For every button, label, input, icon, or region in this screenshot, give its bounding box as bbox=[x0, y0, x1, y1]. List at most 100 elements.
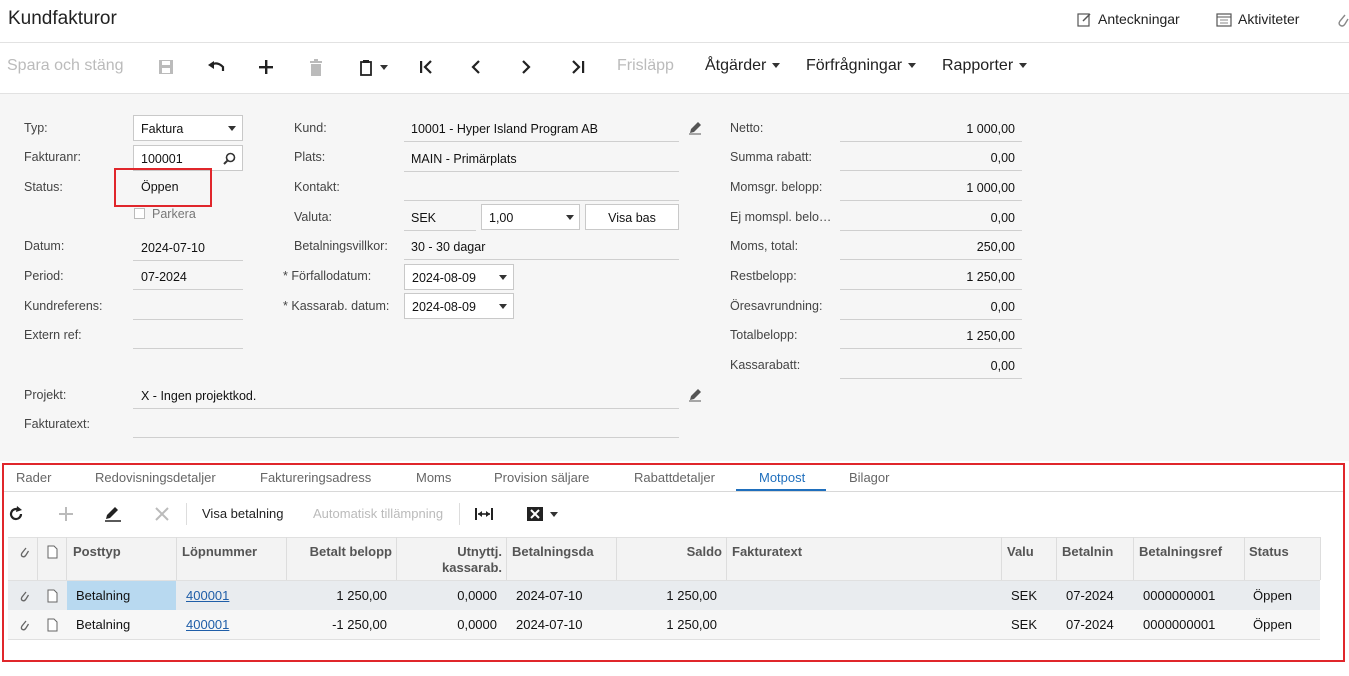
period-value[interactable]: 07-2024 bbox=[141, 270, 187, 284]
period-label: Period: bbox=[24, 269, 64, 283]
invoice-number-label: Fakturanr: bbox=[24, 150, 81, 164]
chevron-down-icon bbox=[380, 64, 388, 70]
view-base-button[interactable]: Visa bas bbox=[585, 204, 679, 230]
total-label: Kassarabatt: bbox=[730, 358, 801, 372]
add-icon[interactable] bbox=[254, 55, 278, 79]
activities-link[interactable]: Aktiviteter bbox=[1216, 11, 1299, 27]
total-value[interactable]: 0,00 bbox=[840, 300, 1015, 314]
inquiries-menu[interactable]: Förfrågningar bbox=[806, 57, 917, 75]
project-value[interactable]: X - Ingen projektkod. bbox=[141, 389, 256, 403]
total-label: Ej momspl. belo… bbox=[730, 210, 832, 224]
location-value[interactable]: MAIN - Primärplats bbox=[411, 152, 517, 166]
save-icon[interactable] bbox=[154, 55, 178, 79]
edit-icon[interactable] bbox=[688, 121, 702, 135]
period-underline bbox=[133, 289, 243, 290]
chevron-down-icon bbox=[228, 126, 236, 131]
inquiries-menu-label: Förfrågningar bbox=[806, 57, 903, 74]
date-value[interactable]: 2024-07-10 bbox=[141, 241, 205, 255]
terms-value[interactable]: 30 - 30 dagar bbox=[411, 240, 485, 254]
total-underline bbox=[840, 259, 1022, 260]
next-record-icon[interactable] bbox=[514, 55, 538, 79]
activities-label: Aktiviteter bbox=[1238, 11, 1300, 27]
external-ref-underline bbox=[133, 348, 243, 349]
rate-value: 1,00 bbox=[489, 211, 514, 225]
page-title: Kundfakturor bbox=[8, 8, 117, 29]
copy-paste-menu[interactable] bbox=[356, 55, 392, 79]
total-underline bbox=[840, 141, 1022, 142]
last-record-icon[interactable] bbox=[566, 55, 590, 79]
reports-menu[interactable]: Rapporter bbox=[942, 57, 1028, 75]
total-label: Restbelopp: bbox=[730, 269, 797, 283]
total-underline bbox=[840, 170, 1022, 171]
attachment-icon[interactable] bbox=[1336, 11, 1349, 32]
total-underline bbox=[840, 289, 1022, 290]
invoice-text-label: Fakturatext: bbox=[24, 417, 90, 431]
total-underline bbox=[840, 230, 1022, 231]
header-divider bbox=[0, 42, 1349, 43]
customer-ref-label: Kundreferens: bbox=[24, 299, 103, 313]
invoice-text-underline bbox=[133, 437, 679, 438]
project-label: Projekt: bbox=[24, 388, 67, 402]
release-button[interactable]: Frisläpp bbox=[617, 57, 674, 75]
rate-select[interactable]: 1,00 bbox=[481, 204, 580, 230]
type-select[interactable]: Faktura bbox=[133, 115, 243, 141]
previous-record-icon[interactable] bbox=[464, 55, 488, 79]
total-label: Momsgr. belopp: bbox=[730, 180, 823, 194]
location-underline bbox=[404, 171, 679, 172]
chevron-down-icon bbox=[566, 215, 574, 220]
contact-label: Kontakt: bbox=[294, 180, 340, 194]
type-value: Faktura bbox=[141, 122, 184, 136]
contact-underline bbox=[404, 200, 679, 201]
due-date-label-text: Förfallodatum: bbox=[291, 269, 372, 283]
hold-checkbox[interactable] bbox=[134, 208, 145, 219]
search-icon[interactable] bbox=[223, 152, 236, 165]
date-label: Datum: bbox=[24, 239, 65, 253]
actions-menu-label: Åtgärder bbox=[705, 57, 767, 74]
total-value[interactable]: 1 250,00 bbox=[840, 270, 1015, 284]
total-value[interactable]: 1 000,00 bbox=[840, 122, 1015, 136]
customer-value[interactable]: 10001 - Hyper Island Program AB bbox=[411, 122, 598, 136]
chevron-down-icon bbox=[499, 275, 507, 280]
total-underline bbox=[840, 200, 1022, 201]
total-label: Summa rabatt: bbox=[730, 150, 812, 164]
due-date-field[interactable]: 2024-08-09 bbox=[404, 264, 514, 290]
total-value[interactable]: 0,00 bbox=[840, 151, 1015, 165]
external-ref-label: Extern ref: bbox=[24, 328, 82, 342]
currency-underline bbox=[404, 230, 476, 231]
total-underline bbox=[840, 348, 1022, 349]
currency-label: Valuta: bbox=[294, 210, 332, 224]
chevron-down-icon bbox=[772, 63, 781, 69]
customer-underline bbox=[404, 141, 679, 142]
customer-ref-underline bbox=[133, 319, 243, 320]
first-record-icon[interactable] bbox=[414, 55, 438, 79]
invoice-number-value: 100001 bbox=[141, 152, 183, 166]
delete-icon[interactable] bbox=[304, 55, 328, 79]
cash-discount-date-field[interactable]: 2024-08-09 bbox=[404, 293, 514, 319]
chevron-down-icon bbox=[1019, 63, 1028, 69]
undo-icon[interactable] bbox=[204, 55, 228, 79]
total-value[interactable]: 250,00 bbox=[840, 240, 1015, 254]
edit-icon[interactable] bbox=[688, 388, 702, 402]
required-mark: * bbox=[283, 269, 288, 283]
view-base-label: Visa bas bbox=[608, 211, 656, 225]
save-close-button[interactable]: Spara och stäng bbox=[7, 57, 124, 75]
total-value[interactable]: 1 000,00 bbox=[840, 181, 1015, 195]
notes-link[interactable]: Anteckningar bbox=[1077, 11, 1180, 27]
total-label: Netto: bbox=[730, 121, 764, 135]
hold-label: Parkera bbox=[152, 207, 196, 221]
chevron-down-icon bbox=[499, 304, 507, 309]
total-value[interactable]: 0,00 bbox=[840, 359, 1015, 373]
due-date-value: 2024-08-09 bbox=[412, 271, 476, 285]
total-label: Öresavrundning: bbox=[730, 299, 823, 313]
notes-label: Anteckningar bbox=[1098, 11, 1180, 27]
total-value[interactable]: 1 250,00 bbox=[840, 329, 1015, 343]
actions-menu[interactable]: Åtgärder bbox=[705, 57, 781, 75]
currency-value[interactable]: SEK bbox=[411, 211, 436, 225]
cash-discount-date-label-text: Kassarab. datum: bbox=[291, 299, 390, 313]
calendar-icon bbox=[1216, 12, 1232, 27]
required-mark: * bbox=[283, 299, 288, 313]
terms-label: Betalningsvillkor: bbox=[294, 239, 388, 253]
reports-menu-label: Rapporter bbox=[942, 57, 1014, 74]
total-value[interactable]: 0,00 bbox=[840, 211, 1015, 225]
status-value: Öppen bbox=[141, 180, 179, 194]
